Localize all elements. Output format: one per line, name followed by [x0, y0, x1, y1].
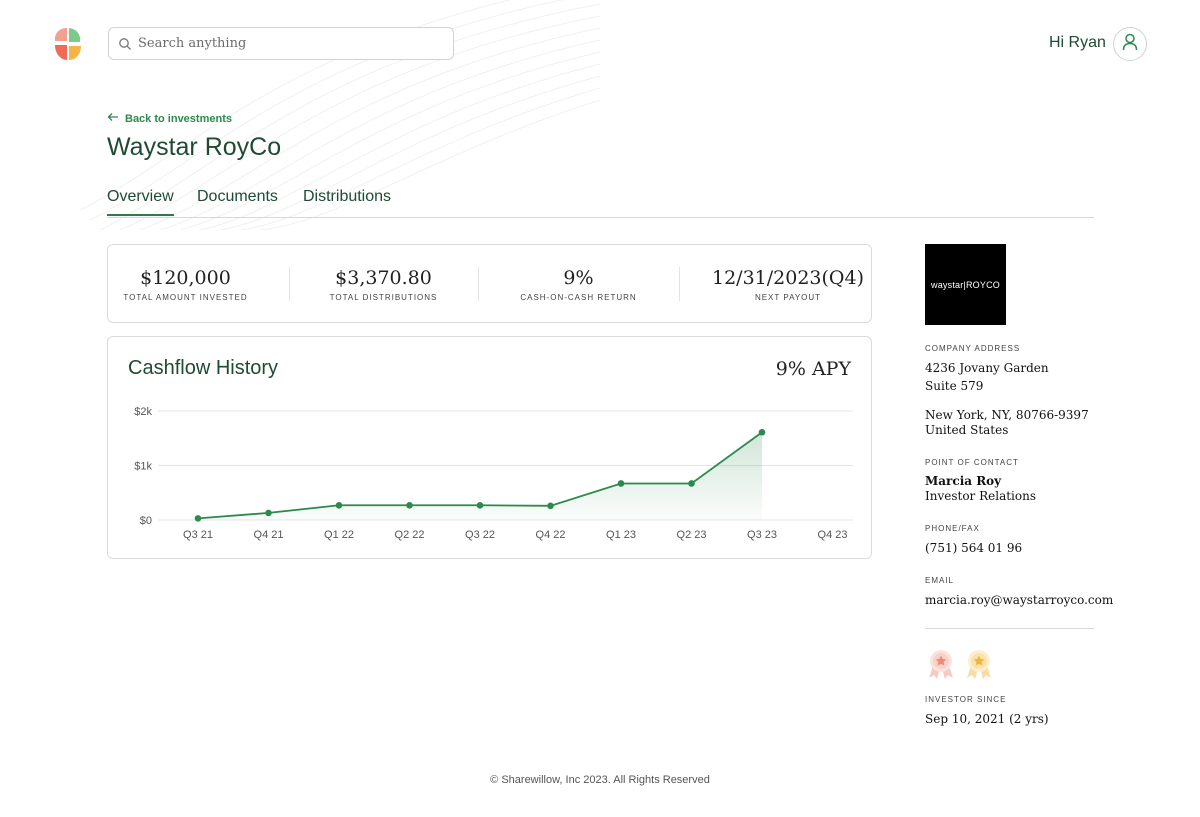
tab-overview[interactable]: Overview [107, 188, 174, 216]
data-point [758, 428, 766, 436]
badge-row [925, 648, 995, 685]
cashflow-chart: $0 $1k $2k Q3 21 Q4 21 Q1 22 Q2 22 Q3 22 Q4 22 Q1… [134, 406, 853, 541]
user-icon [1122, 33, 1138, 56]
stat-value: 9% [563, 267, 594, 289]
stat-total-distributions: $3,370.80 TOTAL DISTRIBUTIONS [289, 245, 478, 322]
user-avatar-button[interactable] [1113, 27, 1147, 61]
footer-copyright: © Sharewillow, Inc 2023. All Rights Rese… [490, 774, 710, 786]
x-tick-label: Q2 23 [677, 529, 707, 541]
x-tick-label: Q3 21 [183, 529, 213, 541]
address-line-1: 4236 Jovany Garden [925, 361, 1049, 375]
y-tick-label: $0 [140, 515, 152, 527]
y-tick-label: $2k [134, 406, 152, 418]
data-point [547, 502, 554, 510]
stat-total-invested: $120,000 TOTAL AMOUNT INVESTED [108, 245, 263, 322]
stat-value: $3,370.80 [335, 267, 432, 289]
ribbon-badge-rose-icon [925, 648, 957, 685]
user-greeting: Hi Ryan [1049, 34, 1106, 51]
cashflow-history-card: Cashflow History 9% APY $0 $1k $2k Q3 21 Q4 … [107, 336, 872, 559]
address-line-3: New York, NY, 80766-9397 [925, 408, 1089, 422]
email-label: EMAIL [925, 576, 955, 585]
x-tick-label: Q4 21 [254, 529, 284, 541]
sidebar-divider [925, 628, 1094, 629]
company-logo: waystar|ROYCO [925, 244, 1006, 325]
stat-next-payout: 12/31/2023(Q4) NEXT PAYOUT [679, 245, 897, 322]
investor-since-label: INVESTOR SINCE [925, 695, 1007, 704]
stat-label: TOTAL AMOUNT INVESTED [123, 293, 248, 302]
address-line-4: United States [925, 423, 1009, 437]
phone-number: (751) 564 01 96 [925, 541, 1023, 555]
x-tick-label: Q4 22 [536, 529, 566, 541]
back-to-investments-link[interactable]: Back to investments [107, 112, 232, 125]
search-bar[interactable] [108, 27, 454, 60]
x-tick-label: Q3 23 [747, 529, 777, 541]
company-address-label: COMPANY ADDRESS [925, 344, 1021, 353]
data-point [335, 501, 343, 509]
stat-label: TOTAL DISTRIBUTIONS [329, 293, 438, 302]
contact-role: Investor Relations [925, 489, 1037, 503]
search-icon [118, 37, 132, 51]
x-tick-label: Q1 22 [324, 529, 354, 541]
tab-bar: Overview Documents Distributions [107, 188, 1094, 218]
contact-name: Marcia Roy [925, 474, 1002, 488]
x-tick-label: Q2 22 [395, 529, 425, 541]
sharewillow-logo[interactable] [52, 26, 84, 62]
investor-since-value: Sep 10, 2021 (2 yrs) [925, 712, 1049, 726]
back-link-label: Back to investments [125, 112, 232, 125]
stat-label: NEXT PAYOUT [754, 293, 822, 302]
ribbon-badge-gold-icon [963, 648, 995, 685]
page-title: Waystar RoyCo [107, 133, 282, 161]
x-tick-label: Q4 23 [818, 529, 848, 541]
point-of-contact-label: POINT OF CONTACT [925, 458, 1019, 467]
stat-value: $120,000 [140, 267, 231, 289]
search-input[interactable] [138, 36, 428, 51]
x-tick-label: Q1 23 [606, 529, 636, 541]
phone-fax-label: PHONE/FAX [925, 524, 980, 533]
investment-summary-card: $120,000 TOTAL AMOUNT INVESTED $3,370.80… [107, 244, 872, 323]
data-point [688, 480, 695, 487]
arrow-left-icon [107, 112, 119, 125]
stat-cash-on-cash-return: 9% CASH-ON-CASH RETURN [478, 245, 679, 322]
email-address[interactable]: marcia.roy@waystarroyco.com [925, 593, 1113, 608]
address-line-2: Suite 579 [925, 379, 984, 393]
tab-distributions[interactable]: Distributions [303, 188, 391, 214]
data-point [194, 515, 202, 522]
tab-documents[interactable]: Documents [197, 188, 278, 214]
x-tick-label: Q3 22 [465, 529, 495, 541]
stat-label: CASH-ON-CASH RETURN [520, 293, 637, 302]
data-point [476, 501, 484, 509]
y-tick-label: $1k [134, 461, 152, 473]
stat-value: 12/31/2023(Q4) [712, 267, 864, 289]
data-point [265, 509, 272, 517]
data-point [617, 480, 625, 487]
data-point [406, 501, 413, 509]
